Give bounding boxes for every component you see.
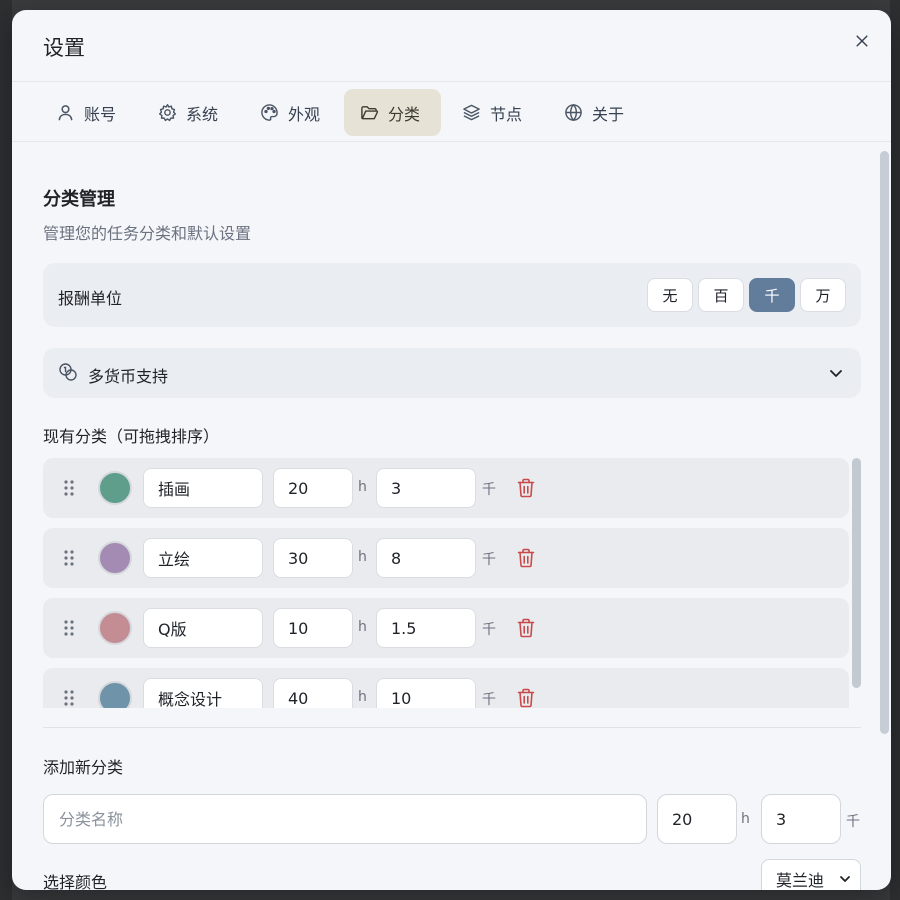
close-icon <box>856 35 868 47</box>
trash-icon[interactable] <box>517 478 535 498</box>
unit-option-thousand[interactable]: 千 <box>749 278 795 312</box>
new-category-hours-input[interactable]: 20 <box>657 794 737 844</box>
category-list: 插画 20 h 3 千 立绘 30 h 8 千 Q版 10 h 1.5 千 概念… <box>43 458 861 708</box>
drag-handle-icon[interactable] <box>63 689 75 707</box>
tab-about[interactable]: 关于 <box>548 89 640 136</box>
drag-handle-icon[interactable] <box>63 619 75 637</box>
multi-currency-toggle[interactable]: 多货币支持 <box>43 348 861 398</box>
category-name-input[interactable]: 概念设计 <box>143 678 263 708</box>
hours-unit: h <box>358 549 367 565</box>
tab-system[interactable]: 系统 <box>142 89 234 136</box>
settings-dialog: 设置 账号 系统 外观 分类 节点 关于 分类管理 管理您的任务分类和默认设置 … <box>12 10 891 890</box>
tab-label: 关于 <box>592 104 625 124</box>
color-swatch[interactable] <box>98 541 132 575</box>
folder-icon <box>361 106 379 120</box>
category-hours-input[interactable]: 10 <box>273 608 353 648</box>
palette-icon <box>261 104 278 121</box>
dialog-title: 设置 <box>43 36 85 60</box>
unit-option-none[interactable]: 无 <box>647 278 693 312</box>
tab-label: 账号 <box>84 104 117 124</box>
color-swatch[interactable] <box>98 471 132 505</box>
hours-unit: h <box>358 619 367 635</box>
price-unit: 千 <box>846 814 860 830</box>
trash-icon[interactable] <box>517 688 535 708</box>
chevron-down-icon <box>830 370 842 377</box>
new-category-price-input[interactable]: 3 <box>761 794 841 844</box>
reward-unit-options: 无 百 千 万 <box>647 278 846 312</box>
category-list-scrollbar[interactable] <box>852 458 861 688</box>
price-unit: 千 <box>482 692 496 708</box>
tab-nodes[interactable]: 节点 <box>446 89 538 136</box>
add-category-title: 添加新分类 <box>43 758 124 777</box>
price-unit: 千 <box>482 552 496 568</box>
drag-handle-icon[interactable] <box>63 549 75 567</box>
unit-option-hundred[interactable]: 百 <box>698 278 744 312</box>
tab-label: 分类 <box>388 104 421 124</box>
trash-icon[interactable] <box>517 618 535 638</box>
tab-label: 外观 <box>288 104 321 124</box>
price-unit: 千 <box>482 622 496 638</box>
hours-unit: h <box>358 689 367 705</box>
drag-handle-icon[interactable] <box>63 479 75 497</box>
tab-appearance[interactable]: 外观 <box>244 89 336 136</box>
color-swatch[interactable] <box>98 681 132 708</box>
gear-icon <box>158 103 177 122</box>
section-title: 分类管理 <box>43 189 115 210</box>
reward-unit-row: 报酬单位 无 百 千 万 <box>43 263 861 327</box>
globe-icon <box>565 103 582 122</box>
reward-unit-label: 报酬单位 <box>58 289 123 308</box>
tab-label: 节点 <box>490 104 523 124</box>
category-hours-input[interactable]: 30 <box>273 538 353 578</box>
category-row[interactable]: 概念设计 40 h 10 千 <box>43 668 849 708</box>
tab-category[interactable]: 分类 <box>344 89 441 136</box>
user-icon <box>58 105 73 121</box>
category-row[interactable]: Q版 10 h 1.5 千 <box>43 598 849 658</box>
category-price-input[interactable]: 8 <box>376 538 476 578</box>
close-button[interactable] <box>851 30 873 52</box>
tab-account[interactable]: 账号 <box>40 89 132 136</box>
layers-icon <box>463 104 480 121</box>
category-row[interactable]: 立绘 30 h 8 千 <box>43 528 849 588</box>
category-list-title: 现有分类（可拖拽排序） <box>43 427 220 446</box>
category-name-input[interactable]: Q版 <box>143 608 263 648</box>
trash-icon[interactable] <box>517 548 535 568</box>
category-name-input[interactable]: 插画 <box>143 468 263 508</box>
category-hours-input[interactable]: 20 <box>273 468 353 508</box>
section-description: 管理您的任务分类和默认设置 <box>43 224 252 243</box>
choose-color-title: 选择颜色 <box>43 873 108 890</box>
tab-content: 分类管理 管理您的任务分类和默认设置 报酬单位 无 百 千 万 多货币支持 现有… <box>12 143 891 890</box>
category-price-input[interactable]: 1.5 <box>376 608 476 648</box>
unit-option-ten-thousand[interactable]: 万 <box>800 278 846 312</box>
palette-select-value: 莫兰迪 <box>776 871 825 890</box>
multi-currency-label: 多货币支持 <box>88 367 169 386</box>
content-scrollbar[interactable] <box>880 151 889 734</box>
chevron-down-icon <box>840 876 850 882</box>
category-row[interactable]: 插画 20 h 3 千 <box>43 458 849 518</box>
divider <box>43 727 861 728</box>
hours-unit: h <box>741 811 750 827</box>
category-price-input[interactable]: 10 <box>376 678 476 708</box>
new-category-name-input[interactable] <box>43 794 647 844</box>
category-price-input[interactable]: 3 <box>376 468 476 508</box>
category-name-input[interactable]: 立绘 <box>143 538 263 578</box>
palette-select[interactable]: 莫兰迪 <box>761 859 861 890</box>
color-swatch[interactable] <box>98 611 132 645</box>
coins-icon <box>59 363 77 381</box>
hours-unit: h <box>358 479 367 495</box>
price-unit: 千 <box>482 482 496 498</box>
dialog-header: 设置 <box>12 10 891 82</box>
settings-tabs: 账号 系统 外观 分类 节点 关于 <box>12 82 891 142</box>
category-hours-input[interactable]: 40 <box>273 678 353 708</box>
tab-label: 系统 <box>186 104 219 124</box>
